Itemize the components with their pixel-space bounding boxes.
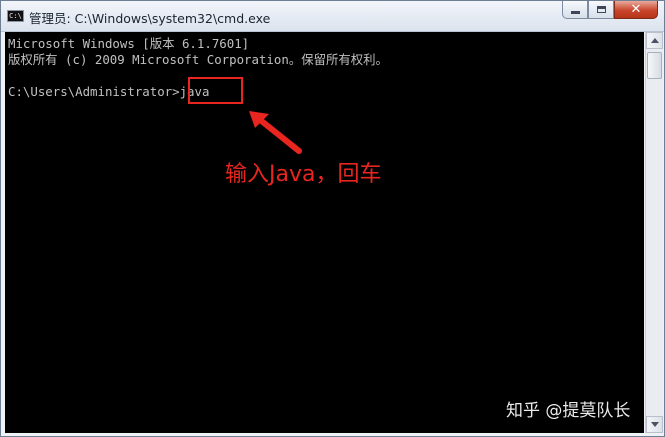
console-prompt-line[interactable]: C:\Users\Administrator>java — [8, 84, 209, 99]
arrow-down-icon — [650, 422, 659, 427]
maximize-button[interactable] — [588, 1, 614, 19]
scroll-up-button[interactable] — [646, 32, 663, 49]
annotation-arrow-icon — [249, 111, 302, 154]
watermark: 知乎 @提莫队长 — [506, 401, 631, 421]
title-bar[interactable]: C:\ 管理员: C:\Windows\system32\cmd.exe ✕ — [1, 1, 664, 32]
scroll-down-button[interactable] — [646, 416, 663, 433]
minimize-icon — [570, 11, 580, 14]
cmd-icon[interactable]: C:\ — [7, 10, 24, 22]
caption-buttons: ✕ — [562, 1, 658, 21]
close-button[interactable]: ✕ — [614, 1, 658, 19]
console-line-version: Microsoft Windows [版本 6.1.7601] — [8, 36, 250, 51]
scrollbar-thumb[interactable] — [647, 52, 662, 79]
cmd-window: C:\ 管理员: C:\Windows\system32\cmd.exe ✕ M… — [0, 0, 665, 437]
close-icon: ✕ — [630, 2, 642, 17]
console-output[interactable]: Microsoft Windows [版本 6.1.7601] 版权所有 (c)… — [5, 32, 644, 433]
maximize-icon — [596, 6, 606, 13]
vertical-scrollbar[interactable] — [645, 32, 663, 433]
window-title: 管理员: C:\Windows\system32\cmd.exe — [29, 11, 271, 26]
annotation-label: 输入Java，回车 — [225, 162, 382, 187]
minimize-button[interactable] — [562, 1, 588, 19]
command-highlight-box — [188, 77, 243, 104]
arrow-up-icon — [650, 38, 659, 43]
console-line-copyright: 版权所有 (c) 2009 Microsoft Corporation。保留所有… — [8, 52, 388, 67]
